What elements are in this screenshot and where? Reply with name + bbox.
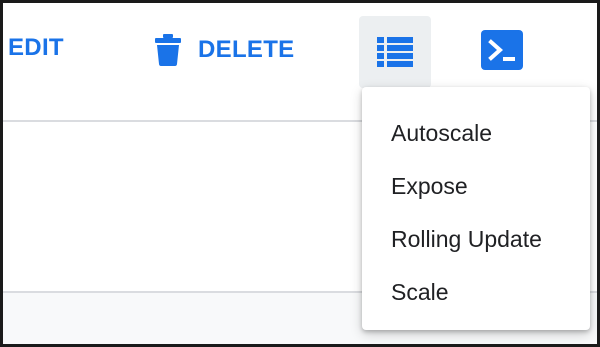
menu-item-rolling-update[interactable]: Rolling Update [362, 213, 590, 266]
menu-item-autoscale[interactable]: Autoscale [362, 107, 590, 160]
menu-item-scale[interactable]: Scale [362, 266, 590, 319]
edit-button[interactable]: EDIT [8, 34, 64, 62]
actions-dropdown-menu: Autoscale Expose Rolling Update Scale [362, 87, 590, 330]
delete-button[interactable]: DELETE [155, 34, 294, 66]
actions-menu-button[interactable] [359, 16, 431, 88]
terminal-icon [481, 30, 523, 70]
edit-button-label: EDIT [8, 34, 64, 61]
list-icon [377, 37, 413, 67]
menu-item-expose[interactable]: Expose [362, 160, 590, 213]
window-frame: EDIT DELETE Autoscale Expose Rolling Upd… [0, 0, 600, 347]
delete-button-label: DELETE [198, 36, 295, 63]
terminal-button[interactable] [481, 30, 523, 70]
trash-icon [155, 34, 181, 66]
